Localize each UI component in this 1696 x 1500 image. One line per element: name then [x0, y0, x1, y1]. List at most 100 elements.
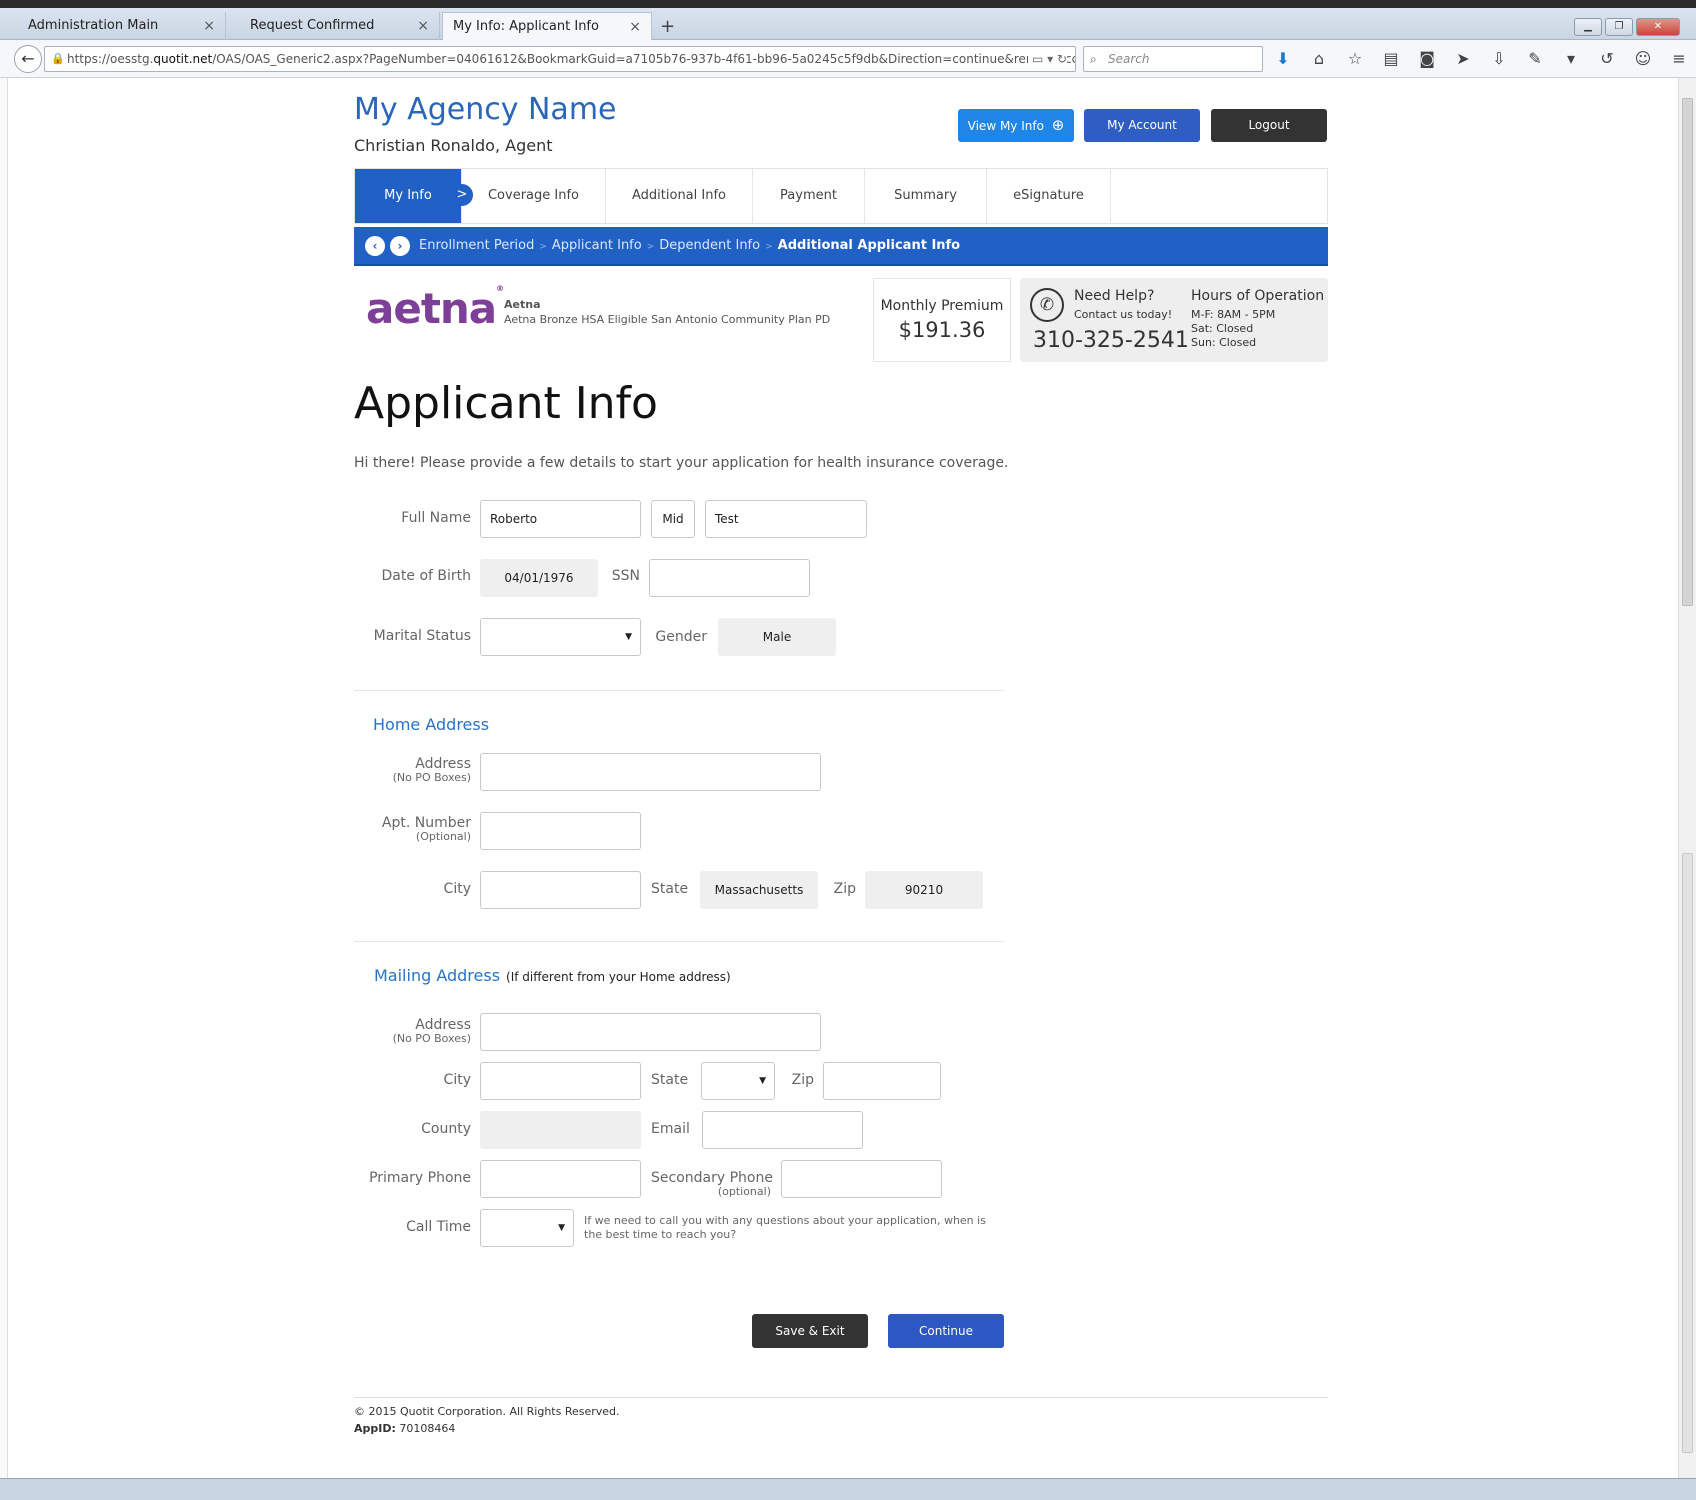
mailing-city-label: City	[443, 1072, 471, 1088]
browser-tabstrip: Administration Main × Request Confirmed …	[0, 8, 1696, 40]
step-label: My Info	[384, 188, 432, 203]
step-esignature[interactable]: eSignature	[987, 169, 1111, 223]
extension-icon[interactable]: ✎	[1524, 48, 1546, 70]
step-label: Additional Info	[632, 188, 726, 203]
url-path: /OAS/OAS_Generic2.aspx?PageNumber=040616…	[212, 52, 1076, 66]
menu-icon[interactable]: ≡	[1668, 48, 1690, 70]
hours-weekday: M-F: 8AM - 5PM	[1191, 308, 1276, 321]
mailing-address-heading: Mailing Address (If different from your H…	[374, 966, 731, 985]
minimize-icon[interactable]: ▁	[1574, 18, 1602, 36]
marital-status-label: Marital Status	[373, 628, 471, 644]
hours-saturday: Sat: Closed	[1191, 322, 1254, 335]
home-state-field[interactable]: Massachusetts	[700, 871, 818, 909]
close-icon[interactable]: ×	[203, 12, 215, 40]
window-controls: ▁ ❐ ✕	[1574, 18, 1680, 36]
secondary-phone-input[interactable]	[781, 1160, 942, 1198]
county-label: County	[421, 1121, 471, 1137]
dropdown-icon[interactable]: ▾	[1560, 48, 1582, 70]
new-tab-icon[interactable]: +	[660, 16, 675, 38]
help-phone-number: 310-325-2541	[1033, 328, 1189, 353]
close-window-icon[interactable]: ✕	[1636, 18, 1680, 36]
apt-number-input[interactable]	[480, 812, 641, 850]
mailing-address-input[interactable]	[480, 1013, 821, 1051]
mailing-state-select[interactable]: ▼	[701, 1062, 775, 1100]
marital-status-select[interactable]: ▼	[480, 618, 641, 656]
agency-name[interactable]: My Agency Name	[354, 92, 617, 127]
reader-view-icon[interactable]: ▭ ▾ ↻	[1027, 47, 1067, 71]
mailing-zip-label: Zip	[791, 1072, 814, 1088]
breadcrumb-applicant-info[interactable]: Applicant Info	[552, 238, 642, 253]
chevron-right-icon[interactable]: ›	[390, 236, 410, 256]
dob-input[interactable]: 04/01/1976	[480, 559, 598, 597]
section-divider	[354, 941, 1004, 942]
sync-icon[interactable]: ↺	[1596, 48, 1618, 70]
progress-steps: My Info > Coverage Info Additional Info …	[354, 168, 1328, 224]
reading-list-icon[interactable]: ▤	[1380, 48, 1402, 70]
mailing-state-label: State	[651, 1072, 689, 1088]
tab-label: Request Confirmed	[250, 18, 375, 33]
breadcrumb-dependent-info[interactable]: Dependent Info	[659, 238, 760, 253]
hours-sunday: Sun: Closed	[1191, 336, 1257, 349]
gender-field[interactable]: Male	[718, 618, 836, 656]
home-city-input[interactable]	[480, 871, 641, 909]
window-left-edge	[0, 78, 8, 1478]
download-icon[interactable]: ⬇	[1272, 48, 1294, 70]
last-name-input[interactable]: Test	[705, 500, 867, 538]
restore-icon[interactable]: ❐	[1605, 18, 1633, 36]
mailing-city-input[interactable]	[480, 1062, 641, 1100]
home-icon[interactable]: ⌂	[1308, 48, 1330, 70]
agent-name: Christian Ronaldo, Agent	[354, 136, 553, 155]
browser-toolbar-icons: ⬇ ⌂ ☆ ▤ ◙ ➤ ⇩ ✎ ▾ ↺ ☺ ≡	[1272, 48, 1690, 70]
browser-search-input[interactable]: ⌕ Search	[1083, 46, 1263, 72]
county-field[interactable]	[480, 1111, 641, 1149]
bookmark-star-icon[interactable]: ☆	[1344, 48, 1366, 70]
ssn-input[interactable]	[649, 559, 810, 597]
view-my-info-button[interactable]: View My Info ⊕	[958, 109, 1074, 142]
close-icon[interactable]: ×	[417, 12, 429, 40]
close-icon[interactable]: ×	[629, 13, 641, 41]
back-arrow-icon[interactable]: ←	[14, 45, 42, 73]
step-payment[interactable]: Payment	[753, 169, 865, 223]
home-zip-field[interactable]: 90210	[865, 871, 983, 909]
url-bar[interactable]: 🔒 https://oesstg.quotit.net/OAS/OAS_Gene…	[44, 46, 1076, 72]
browser-tab-my-info[interactable]: My Info: Applicant Info ×	[442, 12, 652, 40]
breadcrumb-enrollment-period[interactable]: Enrollment Period	[419, 238, 534, 253]
browser-tab-administration-main[interactable]: Administration Main ×	[6, 12, 226, 40]
aetna-logo: aetna®	[366, 284, 504, 333]
view-my-info-label: View My Info	[967, 119, 1044, 133]
pocket-icon[interactable]: ◙	[1416, 48, 1438, 70]
home-address-input[interactable]	[480, 753, 821, 791]
first-name-input[interactable]: Roberto	[480, 500, 641, 538]
step-label: eSignature	[1013, 188, 1084, 203]
email-input[interactable]	[702, 1111, 863, 1149]
chevron-left-icon[interactable]: ‹	[365, 236, 385, 256]
step-coverage-info[interactable]: Coverage Info	[462, 169, 606, 223]
step-my-info[interactable]: My Info	[355, 169, 462, 223]
step-additional-info[interactable]: Additional Info	[606, 169, 753, 223]
premium-value: $191.36	[898, 318, 986, 342]
vertical-scrollbar[interactable]	[1678, 78, 1696, 1478]
logout-button[interactable]: Logout	[1211, 109, 1327, 142]
primary-phone-input[interactable]	[480, 1160, 641, 1198]
secondary-phone-note: (optional)	[717, 1185, 771, 1198]
continue-button[interactable]: Continue	[888, 1314, 1004, 1348]
url-domain: quotit.net	[153, 52, 213, 66]
breadcrumb-additional-applicant-info[interactable]: Additional Applicant Info	[778, 238, 960, 253]
call-time-select[interactable]: ▼	[480, 1209, 574, 1247]
step-summary[interactable]: Summary	[865, 169, 987, 223]
my-account-button[interactable]: My Account	[1084, 109, 1200, 142]
primary-phone-label: Primary Phone	[369, 1170, 471, 1186]
mailing-zip-input[interactable]	[823, 1062, 941, 1100]
plan-summary: aetna® Aetna Aetna Bronze HSA Eligible S…	[354, 278, 854, 348]
send-icon[interactable]: ➤	[1452, 48, 1474, 70]
save-icon[interactable]: ⇩	[1488, 48, 1510, 70]
search-icon: ⌕	[1090, 52, 1097, 66]
home-address-label: Address (No PO Boxes)	[354, 756, 471, 784]
middle-name-input[interactable]: Mid	[651, 500, 695, 538]
chevron-down-icon: ▼	[558, 1223, 565, 1233]
search-placeholder: Search	[1108, 52, 1150, 66]
browser-tab-request-confirmed[interactable]: Request Confirmed ×	[228, 12, 440, 40]
save-exit-button[interactable]: Save & Exit	[752, 1314, 868, 1348]
scrollbar-thumb[interactable]	[1682, 98, 1693, 606]
chat-icon[interactable]: ☺	[1632, 48, 1654, 70]
